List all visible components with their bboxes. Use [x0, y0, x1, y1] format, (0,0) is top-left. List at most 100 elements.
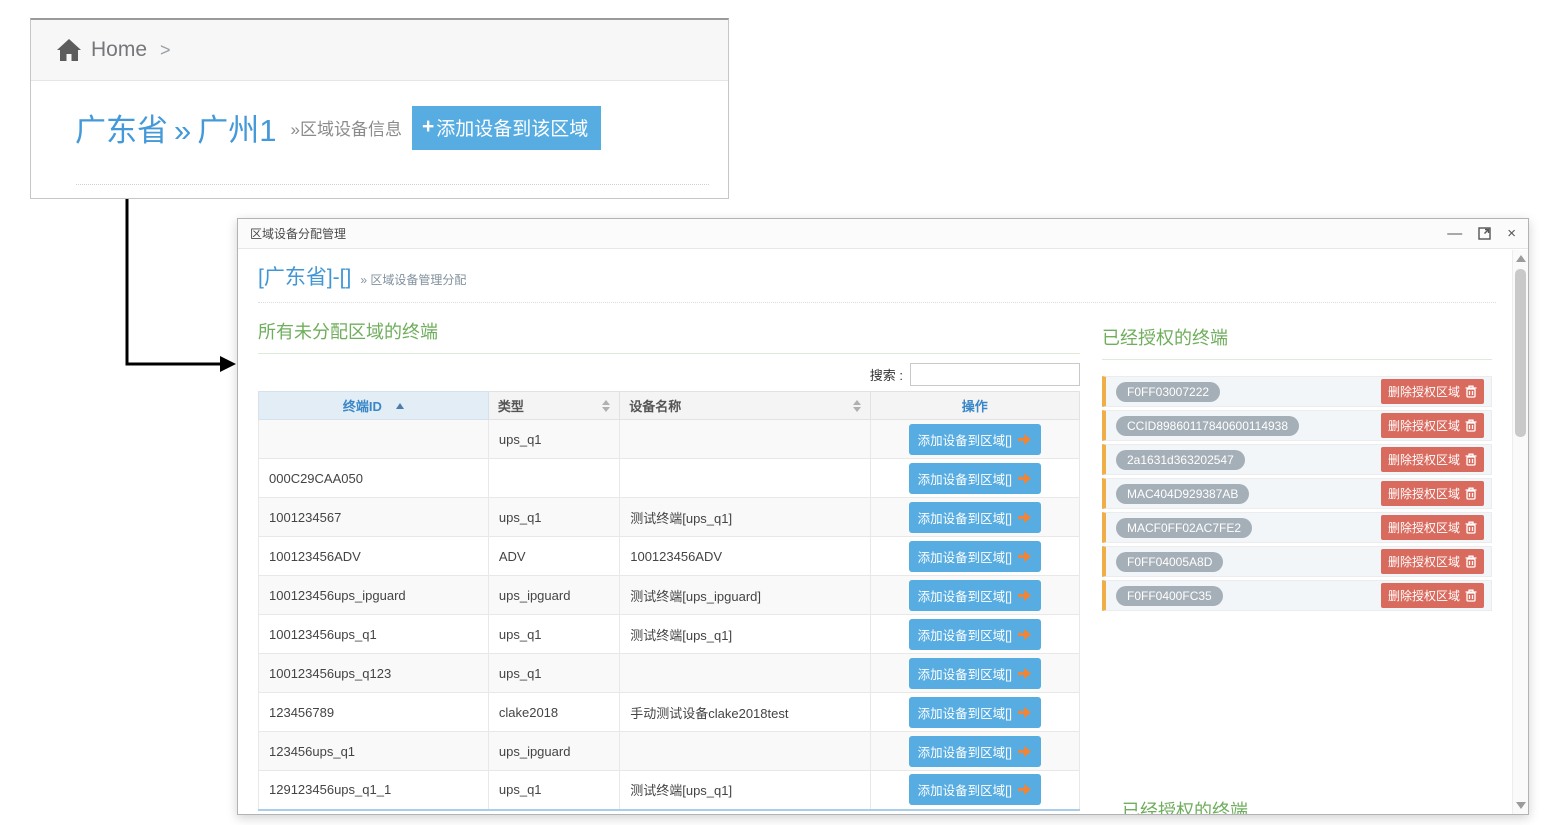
add-device-to-area-label: 添加设备到该区域 [436, 114, 588, 141]
delete-authorized-region-label: 删除授权区域 [1388, 587, 1460, 604]
terminal-id-badge: F0FF0400FC35 [1116, 586, 1223, 606]
maximize-button[interactable] [1478, 227, 1491, 240]
breadcrumb-home-link[interactable]: Home [57, 38, 147, 62]
region-title-province[interactable]: 广东省 [75, 113, 168, 148]
scroll-up-arrow-icon[interactable] [1516, 255, 1526, 262]
add-device-to-region-button[interactable]: 添加设备到区域[] [909, 774, 1041, 805]
minimize-button[interactable]: — [1447, 226, 1462, 241]
table-row: ups_q1 添加设备到区域[] [259, 420, 1080, 459]
column-header-terminal-id[interactable]: 终端ID [259, 392, 489, 420]
column-header-type[interactable]: 类型 [488, 392, 619, 420]
region-title-separator: » [174, 113, 191, 148]
authorized-terminals-panel: 已经授权的终端 F0FF03007222 删除授权区域 [1102, 324, 1492, 614]
close-button[interactable]: × [1507, 226, 1516, 241]
cell-type: clake2018 [488, 693, 619, 732]
region-title[interactable]: 广东省»广州1 [75, 105, 277, 150]
authorized-terminal-card: MACF0FF02AC7FE2 删除授权区域 [1102, 512, 1492, 543]
authorized-terminal-card: 2a1631d363202547 删除授权区域 [1102, 444, 1492, 475]
add-device-to-region-button[interactable]: 添加设备到区域[] [909, 619, 1041, 650]
add-device-to-region-button[interactable]: 添加设备到区域[] [909, 736, 1041, 767]
table-row: 100123456ups_q1 ups_q1 测试终端[ups_q1] 添加设备… [259, 615, 1080, 654]
cell-type: ADV [488, 537, 619, 576]
search-label: 搜索 : [870, 365, 903, 384]
table-row: 100123456ADV ADV 100123456ADV 添加设备到区域[] [259, 537, 1080, 576]
modal-breadcrumb-path: » 区域设备管理分配 [360, 271, 466, 288]
cell-terminal-id: 100123456ups_q123 [259, 654, 489, 693]
cell-type: ups_ipguard [488, 576, 619, 615]
arrow-right-icon [1017, 783, 1032, 796]
cell-terminal-id: 100123456ups_ipguard [259, 576, 489, 615]
add-device-to-region-label: 添加设备到区域[] [918, 586, 1012, 605]
table-row: 123456ups_q1 ups_ipguard 添加设备到区域[] [259, 732, 1080, 771]
delete-authorized-region-button[interactable]: 删除授权区域 [1381, 515, 1484, 540]
maximize-icon [1478, 227, 1491, 240]
window-body: [广东省]-[] » 区域设备管理分配 所有未分配区域的终端 搜索 : 终端ID [238, 250, 1512, 814]
region-device-assign-window: 区域设备分配管理 — × [广东省]-[] » 区域设备管理分配 所有未分配区域… [237, 218, 1529, 815]
arrow-right-icon [1017, 628, 1032, 641]
scrollbar-thumb[interactable] [1515, 269, 1526, 437]
add-device-to-region-button[interactable]: 添加设备到区域[] [909, 658, 1041, 689]
cell-type: ups_ipguard [488, 732, 619, 771]
cell-type [488, 459, 619, 498]
delete-authorized-region-button[interactable]: 删除授权区域 [1381, 583, 1484, 608]
authorized-terminal-card: F0FF04005A8D 删除授权区域 [1102, 546, 1492, 577]
delete-authorized-region-button[interactable]: 删除授权区域 [1381, 413, 1484, 438]
add-device-to-region-label: 添加设备到区域[] [918, 780, 1012, 799]
delete-authorized-region-button[interactable]: 删除授权区域 [1381, 447, 1484, 472]
cell-terminal-id: 100123456ups_q1 [259, 615, 489, 654]
arrow-right-icon [1017, 472, 1032, 485]
region-title-city[interactable]: 广州1 [197, 113, 276, 148]
cell-type: ups_q1 [488, 420, 619, 459]
terminal-id-badge: F0FF04005A8D [1116, 552, 1223, 572]
breadcrumb-caret: > [160, 40, 171, 61]
breadcrumb: Home > [31, 20, 728, 81]
add-device-to-region-button[interactable]: 添加设备到区域[] [909, 697, 1041, 728]
table-row: 100123456ups_q123 ups_q1 添加设备到区域[] [259, 654, 1080, 693]
table-row: 100123456ups_ipguard ups_ipguard 测试终端[up… [259, 576, 1080, 615]
add-device-to-region-button[interactable]: 添加设备到区域[] [909, 580, 1041, 611]
arrow-right-icon [1017, 667, 1032, 680]
cell-terminal-id: 100123456ADV [259, 537, 489, 576]
add-device-to-region-button[interactable]: 添加设备到区域[] [909, 463, 1041, 494]
column-header-operation: 操作 [870, 392, 1079, 420]
column-header-device-name[interactable]: 设备名称 [620, 392, 870, 420]
table-row: 123456789 clake2018 手动测试设备clake2018test … [259, 693, 1080, 732]
terminal-id-badge: CCID89860117840600114938 [1116, 416, 1299, 436]
search-input[interactable] [910, 363, 1080, 386]
window-titlebar: 区域设备分配管理 — × [238, 219, 1528, 249]
add-device-to-region-button[interactable]: 添加设备到区域[] [909, 502, 1041, 533]
add-device-to-region-label: 添加设备到区域[] [918, 703, 1012, 722]
cell-terminal-id: 129123456ups_q1_1 [259, 771, 489, 810]
terminal-id-badge: 2a1631d363202547 [1116, 450, 1245, 470]
add-device-to-region-button[interactable]: 添加设备到区域[] [909, 541, 1041, 572]
window-title: 区域设备分配管理 [250, 225, 346, 242]
delete-authorized-region-button[interactable]: 删除授权区域 [1381, 379, 1484, 404]
cell-device-name: 测试终端[ups_q1] [620, 498, 870, 537]
modal-region-link[interactable]: [广东省]-[] [258, 261, 351, 291]
add-device-to-area-button[interactable]: + 添加设备到该区域 [412, 106, 601, 150]
authorized-terminal-card: CCID89860117840600114938 删除授权区域 [1102, 410, 1492, 441]
dotted-divider [258, 302, 1496, 303]
cell-device-name [620, 459, 870, 498]
devices-table: 终端ID 类型 设备名称 操作 [258, 391, 1080, 811]
cell-device-name: 测试终端[ups_ipguard] [620, 576, 870, 615]
delete-authorized-region-button[interactable]: 删除授权区域 [1381, 549, 1484, 574]
region-subtitle: »区域设备信息 [291, 115, 402, 140]
terminal-id-badge: MAC404D929387AB [1116, 484, 1249, 504]
cell-terminal-id: 123456ups_q1 [259, 732, 489, 771]
cell-type: ups_q1 [488, 654, 619, 693]
cell-terminal-id: 1001234567 [259, 498, 489, 537]
trash-icon [1465, 487, 1477, 500]
delete-authorized-region-label: 删除授权区域 [1388, 383, 1460, 400]
delete-authorized-region-button[interactable]: 删除授权区域 [1381, 481, 1484, 506]
cell-device-name [620, 420, 870, 459]
trash-icon [1465, 453, 1477, 466]
add-device-to-region-label: 添加设备到区域[] [918, 469, 1012, 488]
authorized-terminal-card: F0FF0400FC35 删除授权区域 [1102, 580, 1492, 611]
add-device-to-region-button[interactable]: 添加设备到区域[] [909, 424, 1041, 455]
cell-device-name: 手动测试设备clake2018test [620, 693, 870, 732]
scroll-down-arrow-icon[interactable] [1516, 802, 1526, 809]
authorized-list: F0FF03007222 删除授权区域 CCID8986011784060011… [1102, 376, 1492, 611]
devices-table-body: ups_q1 添加设备到区域[] [259, 420, 1080, 810]
dotted-divider [76, 184, 709, 185]
